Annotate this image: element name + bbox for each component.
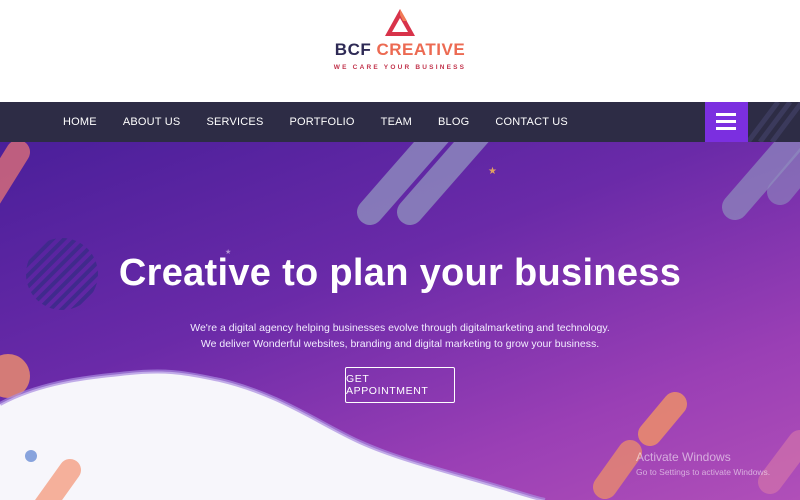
brand-tagline: WE CARE YOUR BUSINESS: [333, 64, 467, 71]
watermark-title: Activate Windows: [636, 450, 731, 464]
brand-name: BCF CREATIVE: [0, 40, 800, 60]
main-nav: HOME ABOUT US SERVICES PORTFOLIO TEAM BL…: [0, 102, 800, 142]
hamburger-menu-icon[interactable]: [705, 102, 748, 142]
hero-subtitle: We're a digital agency helping businesse…: [0, 320, 800, 352]
triangle-logo-icon: [385, 9, 415, 36]
nav-item-contact-us[interactable]: CONTACT US: [495, 116, 568, 128]
brand-name-part1: BCF: [334, 40, 372, 59]
get-appointment-button[interactable]: GET APPOINTMENT: [345, 367, 455, 403]
site-header: BCF CREATIVE WE CARE YOUR BUSINESS: [0, 0, 800, 102]
nav-item-blog[interactable]: BLOG: [438, 116, 469, 128]
nav-item-portfolio[interactable]: PORTFOLIO: [289, 116, 354, 128]
decorative-stripes: [748, 102, 800, 142]
hero-subtitle-line2: We deliver Wonderful websites, branding …: [200, 338, 600, 350]
nav-item-about-us[interactable]: ABOUT US: [123, 116, 181, 128]
nav-item-services[interactable]: SERVICES: [206, 116, 263, 128]
hero-subtitle-line1: We're a digital agency helping businesse…: [190, 322, 610, 334]
nav-item-home[interactable]: HOME: [63, 116, 97, 128]
nav-item-team[interactable]: TEAM: [381, 116, 412, 128]
hero-title: Creative to plan your business: [118, 252, 682, 294]
activate-windows-watermark: Activate Windows Go to Settings to activ…: [636, 450, 770, 477]
brand-name-part2: CREATIVE: [376, 40, 466, 59]
logo[interactable]: BCF CREATIVE WE CARE YOUR BUSINESS: [0, 8, 800, 71]
hero-section: ★ ★ Creative to plan your business We're…: [0, 142, 800, 500]
watermark-subtitle: Go to Settings to activate Windows.: [636, 467, 771, 477]
nav-list: HOME ABOUT US SERVICES PORTFOLIO TEAM BL…: [63, 102, 594, 142]
svg-text:★: ★: [488, 166, 497, 177]
